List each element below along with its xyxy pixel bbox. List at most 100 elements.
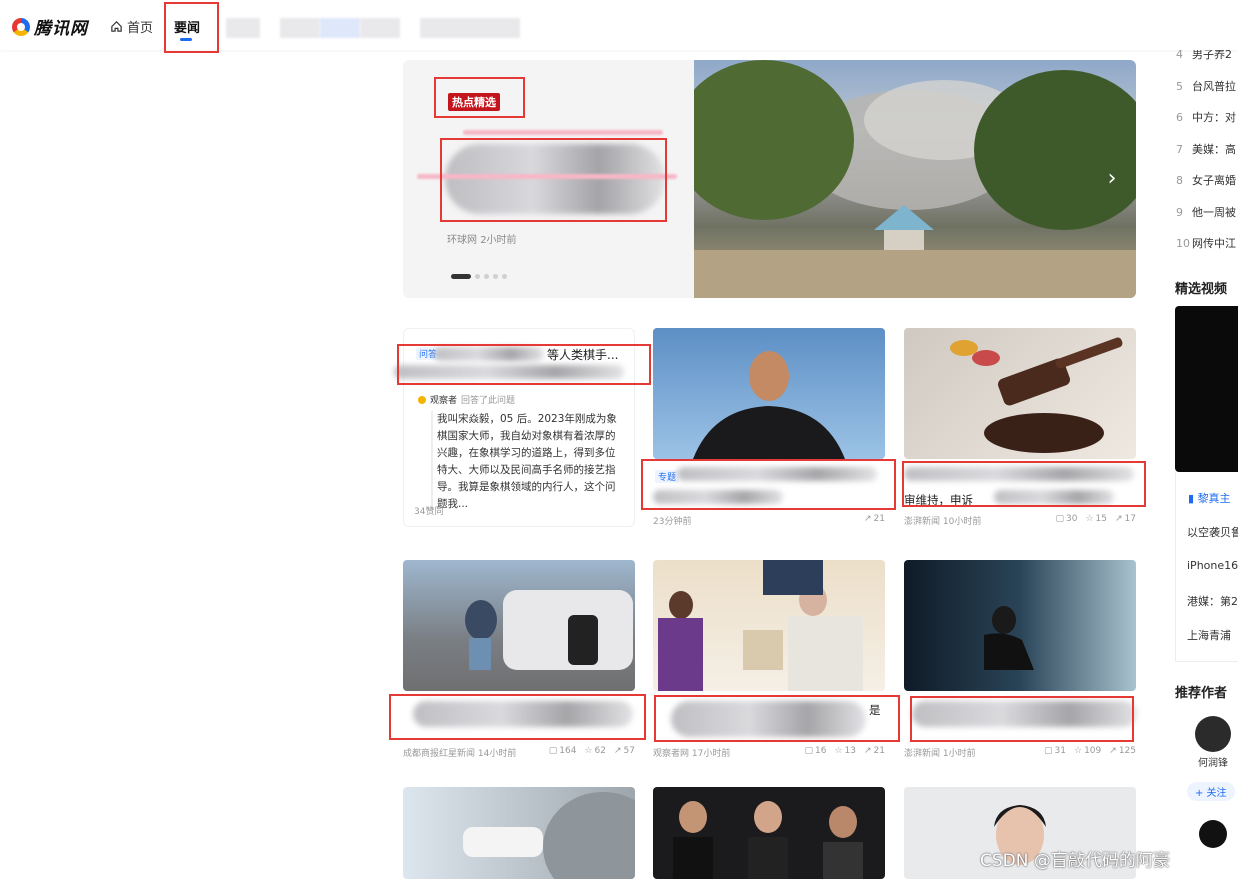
qa-answer-text[interactable]: 我叫宋焱毅，05 后。2023年刚成为象棋国家大师，我自幼对象棋有着浓厚的兴趣，… — [431, 411, 621, 513]
card-meta: 成都商报红星新闻 14小时前 — [403, 749, 517, 759]
share-icon: ↗ — [1109, 746, 1117, 756]
comment-icon: ▢ — [804, 746, 814, 756]
home-icon — [111, 21, 122, 32]
carousel-dot[interactable] — [475, 274, 480, 279]
tencent-logo-icon — [12, 17, 30, 36]
hot-rank-item[interactable]: 9 他一周被 — [1176, 204, 1236, 220]
share-count[interactable]: ↗ 21 — [864, 514, 885, 524]
hot-rank-item[interactable]: 7 美媒：高 — [1176, 141, 1236, 157]
nav-tab-redacted[interactable] — [226, 18, 260, 38]
nav-home-link[interactable]: 首页 — [110, 17, 153, 36]
user-avatar-icon — [418, 395, 426, 404]
nav-home-label: 首页 — [127, 21, 154, 36]
share-count[interactable]: ↗ 57 — [614, 746, 635, 756]
share-count[interactable]: ↗ 17 — [1115, 514, 1136, 524]
like-count[interactable]: ☆ 13 — [834, 746, 856, 756]
card-stats: ▢ 16 ☆ 13 ↗ 21 — [805, 746, 886, 756]
like-count[interactable]: ☆ 109 — [1074, 746, 1101, 756]
highlight-box — [440, 138, 667, 222]
carousel-dot[interactable] — [451, 274, 471, 279]
csdn-watermark: CSDN @盲敲代码的阿豪 — [980, 851, 1170, 871]
hero-time: 2小时前 — [480, 235, 517, 246]
star-icon: ☆ — [834, 746, 843, 756]
card-stats: ▢ 30 ☆ 15 ↗ 17 — [1056, 514, 1137, 524]
card-meta: 23分钟前 — [653, 517, 692, 527]
carousel-dot[interactable] — [484, 274, 489, 279]
video-list-item[interactable]: 以空袭贝鲁 — [1187, 524, 1238, 540]
news-thumbnail[interactable] — [653, 328, 885, 459]
star-icon: ☆ — [1085, 514, 1094, 524]
doctor-photo — [463, 792, 635, 879]
news-thumbnail[interactable] — [653, 787, 885, 879]
hero-source: 环球网 — [447, 235, 477, 246]
news-thumbnail[interactable] — [653, 560, 885, 691]
hot-rank-item[interactable]: 5 台风普拉 — [1176, 78, 1236, 94]
star-icon: ☆ — [1074, 746, 1083, 756]
nav-tab-redacted[interactable] — [280, 18, 320, 38]
featured-video-player[interactable] — [1175, 306, 1238, 472]
qa-answerer[interactable]: 观察者 回答了此问题 — [418, 393, 515, 406]
hot-rank-item[interactable]: 10 网传中江 — [1176, 235, 1236, 251]
athlete-photo — [693, 351, 845, 459]
highlight-box — [654, 695, 900, 742]
highlight-box — [641, 459, 896, 510]
like-count[interactable]: ☆ 62 — [584, 746, 606, 756]
hot-rank-item[interactable]: 8 女子离婚 — [1176, 172, 1236, 188]
people-collage-photo — [673, 801, 863, 879]
highlight-box — [389, 694, 646, 740]
video-list-head[interactable]: ▮ 黎真主 — [1188, 490, 1231, 506]
news-thumbnail[interactable] — [403, 560, 635, 691]
comment-icon: ▢ — [1055, 514, 1065, 524]
video-list-item[interactable]: iPhone16 — [1187, 559, 1238, 572]
card-stats: ▢ 31 ☆ 109 ↗ 125 — [1044, 746, 1136, 756]
hero-meta: 环球网 2小时前 — [447, 231, 517, 246]
hot-rank-item[interactable]: 6 中方：对 — [1176, 109, 1236, 125]
comment-icon: ▢ — [1044, 746, 1053, 756]
video-list-item[interactable]: 港媒：第2 — [1187, 593, 1238, 609]
follow-button[interactable]: + 关注 — [1187, 782, 1235, 801]
highlight-box — [902, 461, 1146, 507]
bar-chart-icon: ▮ — [1188, 492, 1198, 505]
highlight-box — [164, 2, 219, 53]
featured-video-title: 精选视频 — [1175, 282, 1228, 297]
author-name[interactable]: 何润锋 — [1198, 754, 1228, 769]
comment-icon: ▢ — [548, 746, 558, 756]
highlight-box — [397, 344, 651, 385]
highlight-box — [910, 696, 1134, 742]
site-logo[interactable]: 腾讯网 — [12, 14, 88, 39]
nav-tab-redacted[interactable] — [360, 18, 400, 38]
recommended-authors-title: 推荐作者 — [1175, 686, 1228, 701]
carousel-dots[interactable] — [451, 274, 507, 279]
share-count[interactable]: ↗ 125 — [1109, 746, 1136, 756]
news-thumbnail[interactable] — [904, 328, 1136, 459]
news-thumbnail[interactable] — [403, 787, 635, 879]
comment-count[interactable]: ▢ 30 — [1056, 514, 1078, 524]
gavel-photo — [950, 337, 1123, 453]
share-icon: ↗ — [614, 746, 622, 756]
logo-text: 腾讯网 — [34, 19, 88, 39]
share-icon: ↗ — [1115, 514, 1123, 524]
comment-count[interactable]: ▢ 164 — [549, 746, 577, 756]
carousel-dot[interactable] — [493, 274, 498, 279]
right-sidebar: 4 男子养2 5 台风普拉 6 中方：对 7 美媒：高 8 女子离婚 9 他一周被 10 网传… — [1164, 40, 1238, 879]
highlight-box — [434, 77, 525, 118]
nav-tab-redacted[interactable] — [420, 18, 520, 38]
hero-photo-smoke-scene — [674, 60, 1136, 298]
page: 腾讯网 首页 要闻 热点精选 环球网 2小时前 › 问答 等人类棋手... 观察… — [0, 0, 1238, 879]
video-list: ▮ 黎真主 以空袭贝鲁 iPhone16 港媒：第2 上海青浦 — [1175, 472, 1238, 662]
news-thumbnail[interactable] — [904, 560, 1136, 691]
author-avatar[interactable] — [1195, 716, 1231, 752]
card-meta: 澎湃新闻 10小时前 — [904, 517, 982, 527]
author-avatar[interactable] — [1199, 820, 1227, 848]
qa-action: 回答了此问题 — [461, 396, 516, 406]
share-count[interactable]: ↗ 21 — [864, 746, 885, 756]
carousel-dot[interactable] — [502, 274, 507, 279]
like-count[interactable]: ☆ 15 — [1085, 514, 1107, 524]
carousel-next-icon[interactable]: › — [1100, 164, 1124, 194]
comment-count[interactable]: ▢ 31 — [1044, 746, 1066, 756]
nav-tab-redacted[interactable] — [320, 18, 360, 38]
hero-image[interactable]: › — [674, 60, 1136, 298]
comment-count[interactable]: ▢ 16 — [805, 746, 827, 756]
card-meta: 澎湃新闻 1小时前 — [904, 749, 976, 759]
video-list-item[interactable]: 上海青浦 — [1187, 627, 1231, 643]
